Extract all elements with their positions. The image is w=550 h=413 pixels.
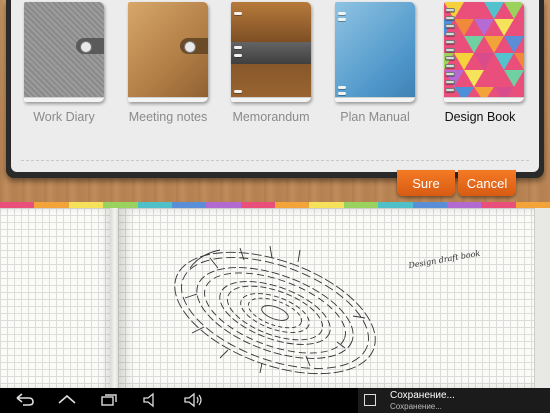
cancel-button[interactable]: Cancel	[458, 170, 516, 196]
mosaic-pattern	[444, 2, 524, 102]
book-label-meeting-notes[interactable]: Meeting notes	[116, 110, 220, 124]
volume-up-icon[interactable]	[182, 392, 204, 408]
book-cover-work-diary[interactable]	[24, 2, 104, 102]
notification-title: Сохранение...	[390, 390, 455, 401]
book-cover-memorandum[interactable]	[231, 2, 311, 102]
leather-band	[231, 42, 311, 64]
clasp-icon	[76, 38, 104, 54]
recent-apps-icon[interactable]	[98, 392, 120, 408]
page-edges	[534, 208, 550, 388]
book-label-design-book[interactable]: Design Book	[428, 110, 532, 124]
notification[interactable]: Сохранение... Сохранение...	[358, 388, 550, 413]
book-label-plan-manual[interactable]: Plan Manual	[323, 110, 427, 124]
binder-rings-icon	[234, 8, 242, 98]
open-notebook	[0, 208, 550, 388]
volume-down-icon[interactable]	[140, 392, 162, 408]
image-icon	[364, 394, 376, 406]
book-cover-plan-manual[interactable]	[335, 2, 415, 102]
back-icon[interactable]	[14, 392, 36, 408]
spiral-binding-icon	[445, 8, 455, 98]
book-cover-meeting-notes[interactable]	[128, 2, 208, 102]
book-cover-design-book[interactable]	[444, 2, 524, 102]
spiral-sketch-drawing	[174, 245, 376, 375]
home-icon[interactable]	[56, 392, 78, 408]
notification-subtitle: Сохранение...	[390, 402, 442, 411]
book-label-work-diary[interactable]: Work Diary	[12, 110, 116, 124]
clasp-icon	[180, 38, 208, 54]
notebook-left-page[interactable]	[0, 208, 112, 388]
book-label-memorandum[interactable]: Memorandum	[219, 110, 323, 124]
binder-rings-icon	[338, 8, 346, 98]
sure-button[interactable]: Sure	[397, 170, 455, 196]
